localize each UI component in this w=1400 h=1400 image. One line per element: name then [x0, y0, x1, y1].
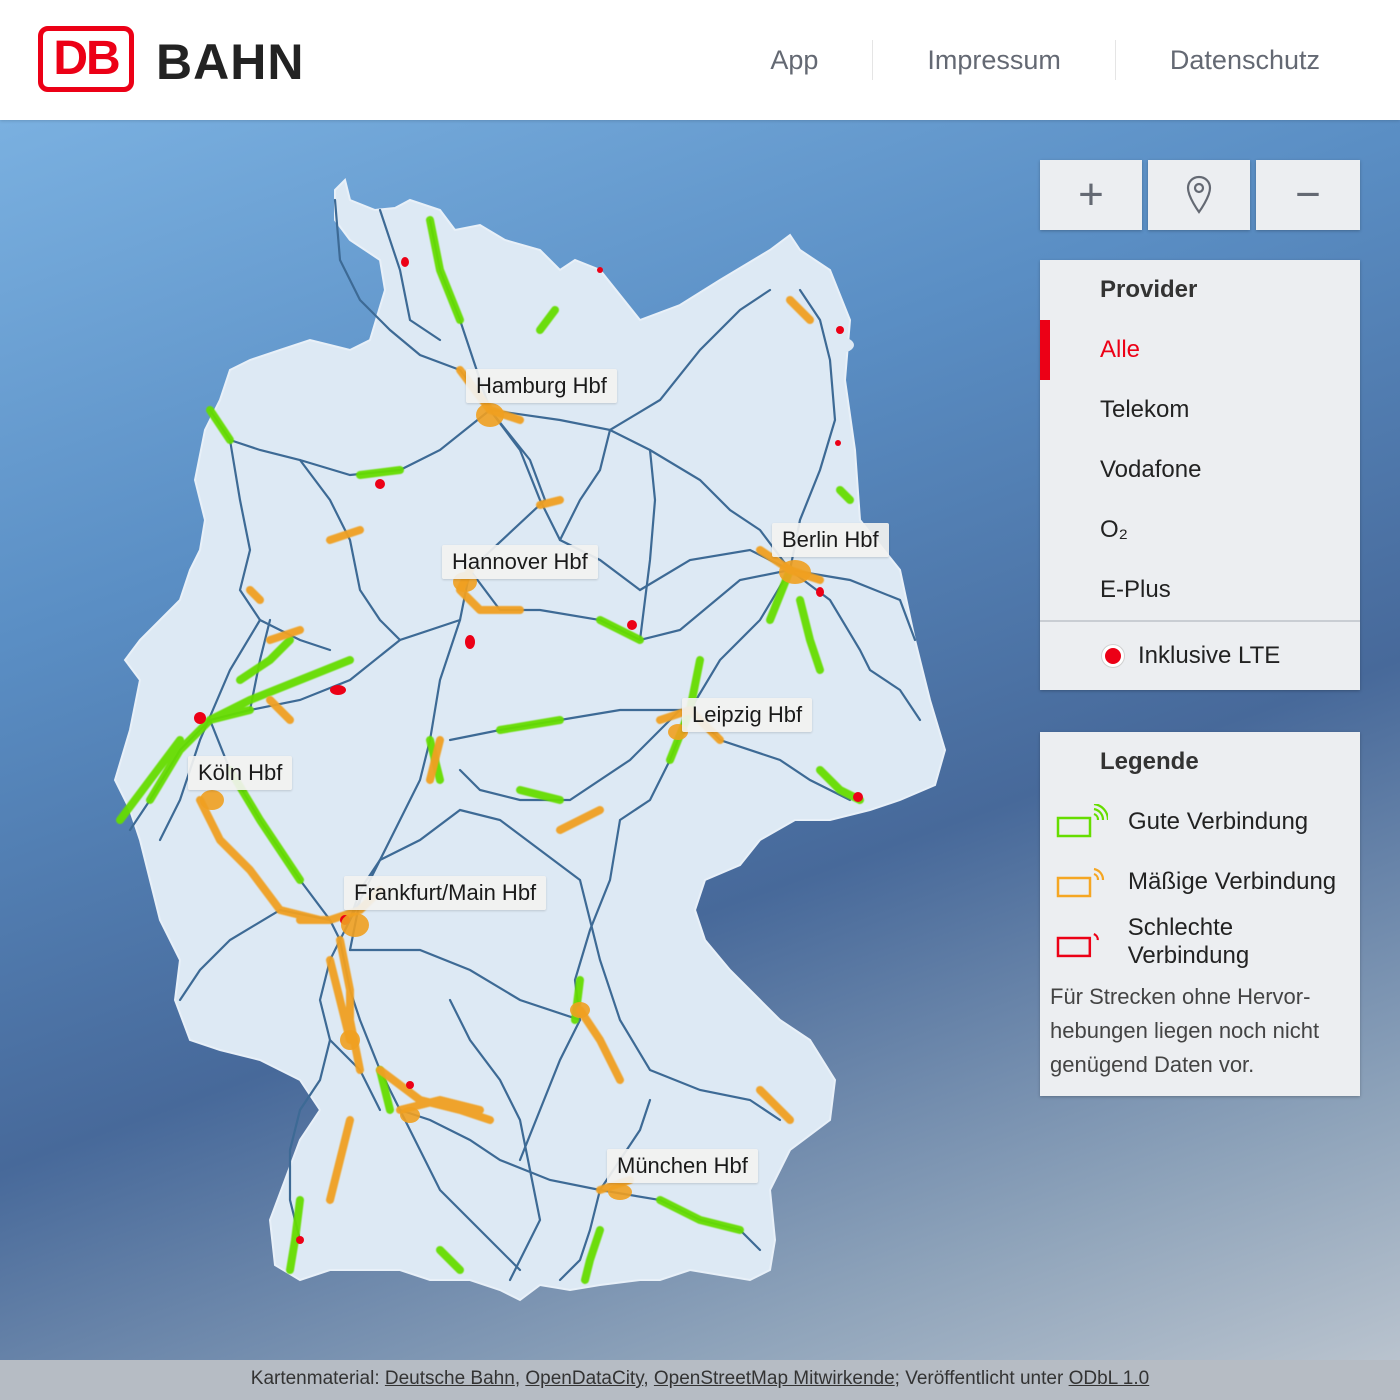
footer-link-openstreetmap[interactable]: OpenStreetMap Mitwirkende — [654, 1368, 895, 1389]
provider-title: Provider — [1100, 276, 1198, 303]
footer-published: ; Veröffentlicht unter — [894, 1368, 1064, 1389]
signal-green-icon — [1056, 804, 1108, 838]
city-label-hamburg[interactable]: Hamburg Hbf — [466, 369, 617, 403]
provider-panel: Provider Alle Telekom Vodafone O₂ E-Plus… — [1040, 260, 1360, 690]
footer-link-opendatacity[interactable]: OpenDataCity — [525, 1368, 643, 1389]
lte-toggle[interactable]: Inklusive LTE — [1040, 620, 1360, 690]
nav-datenschutz[interactable]: Datenschutz — [1114, 40, 1400, 80]
provider-item-eplus[interactable]: E-Plus — [1040, 560, 1360, 620]
nav-impressum[interactable]: Impressum — [872, 40, 1115, 80]
locate-button[interactable] — [1148, 160, 1250, 230]
city-label-koeln[interactable]: Köln Hbf — [188, 756, 293, 790]
legend-title: Legende — [1100, 748, 1199, 775]
provider-item-telekom[interactable]: Telekom — [1040, 380, 1360, 440]
footer-link-license[interactable]: ODbL 1.0 — [1069, 1368, 1150, 1389]
city-label-hannover[interactable]: Hannover Hbf — [442, 545, 598, 579]
provider-item-o2[interactable]: O₂ — [1040, 500, 1360, 560]
city-label-muenchen[interactable]: München Hbf — [607, 1149, 758, 1183]
legend-label-bad: Schlechte Verbindung — [1127, 914, 1250, 969]
plus-icon: + — [1078, 170, 1104, 219]
zoom-in-button[interactable]: + — [1040, 160, 1142, 230]
usedom-island — [826, 337, 854, 353]
header: DB BAHN App Impressum Datenschutz — [0, 0, 1400, 120]
legend-item-medium: Mäßige Verbindung — [1040, 852, 1360, 912]
zoom-out-button[interactable]: − — [1256, 160, 1360, 230]
city-label-berlin[interactable]: Berlin Hbf — [772, 523, 889, 557]
city-label-frankfurt[interactable]: Frankfurt/Main Hbf — [344, 876, 547, 910]
lte-label: Inklusive LTE — [1138, 642, 1281, 669]
ruegen-island — [768, 268, 812, 292]
signal-red-icon — [1056, 933, 1099, 958]
footer-prefix: Kartenmaterial: — [250, 1368, 380, 1389]
legend-item-bad: Schlechte Verbindung — [1040, 912, 1360, 972]
legend-panel: Legende Gute Verbindung Mäßige Verbindun… — [1040, 732, 1360, 1096]
db-logo[interactable]: DB — [38, 26, 134, 92]
attribution-footer: Kartenmaterial: Deutsche Bahn, OpenDataC… — [0, 1360, 1400, 1400]
legend-label-medium: Mäßige Verbindung — [1128, 868, 1337, 895]
city-label-leipzig[interactable]: Leipzig Hbf — [682, 698, 813, 732]
lte-radio-icon[interactable] — [1102, 645, 1124, 667]
legend-item-good: Gute Verbindung — [1040, 792, 1360, 852]
legend-note: Für Strecken ohne Hervor-hebungen liegen… — [1050, 984, 1320, 1077]
map-pin-icon — [1186, 175, 1212, 214]
footer-link-deutsche-bahn[interactable]: Deutsche Bahn — [385, 1368, 515, 1389]
brand-name: BAHN — [156, 34, 305, 90]
provider-item-vodafone[interactable]: Vodafone — [1040, 440, 1360, 500]
signal-orange-icon — [1056, 867, 1105, 898]
provider-item-alle[interactable]: Alle — [1040, 320, 1360, 380]
minus-icon: − — [1295, 170, 1321, 219]
nav-app[interactable]: App — [716, 40, 872, 80]
main-nav: App Impressum Datenschutz — [716, 40, 1400, 80]
legend-label-good: Gute Verbindung — [1128, 808, 1309, 835]
germany-landmass — [113, 178, 947, 1302]
